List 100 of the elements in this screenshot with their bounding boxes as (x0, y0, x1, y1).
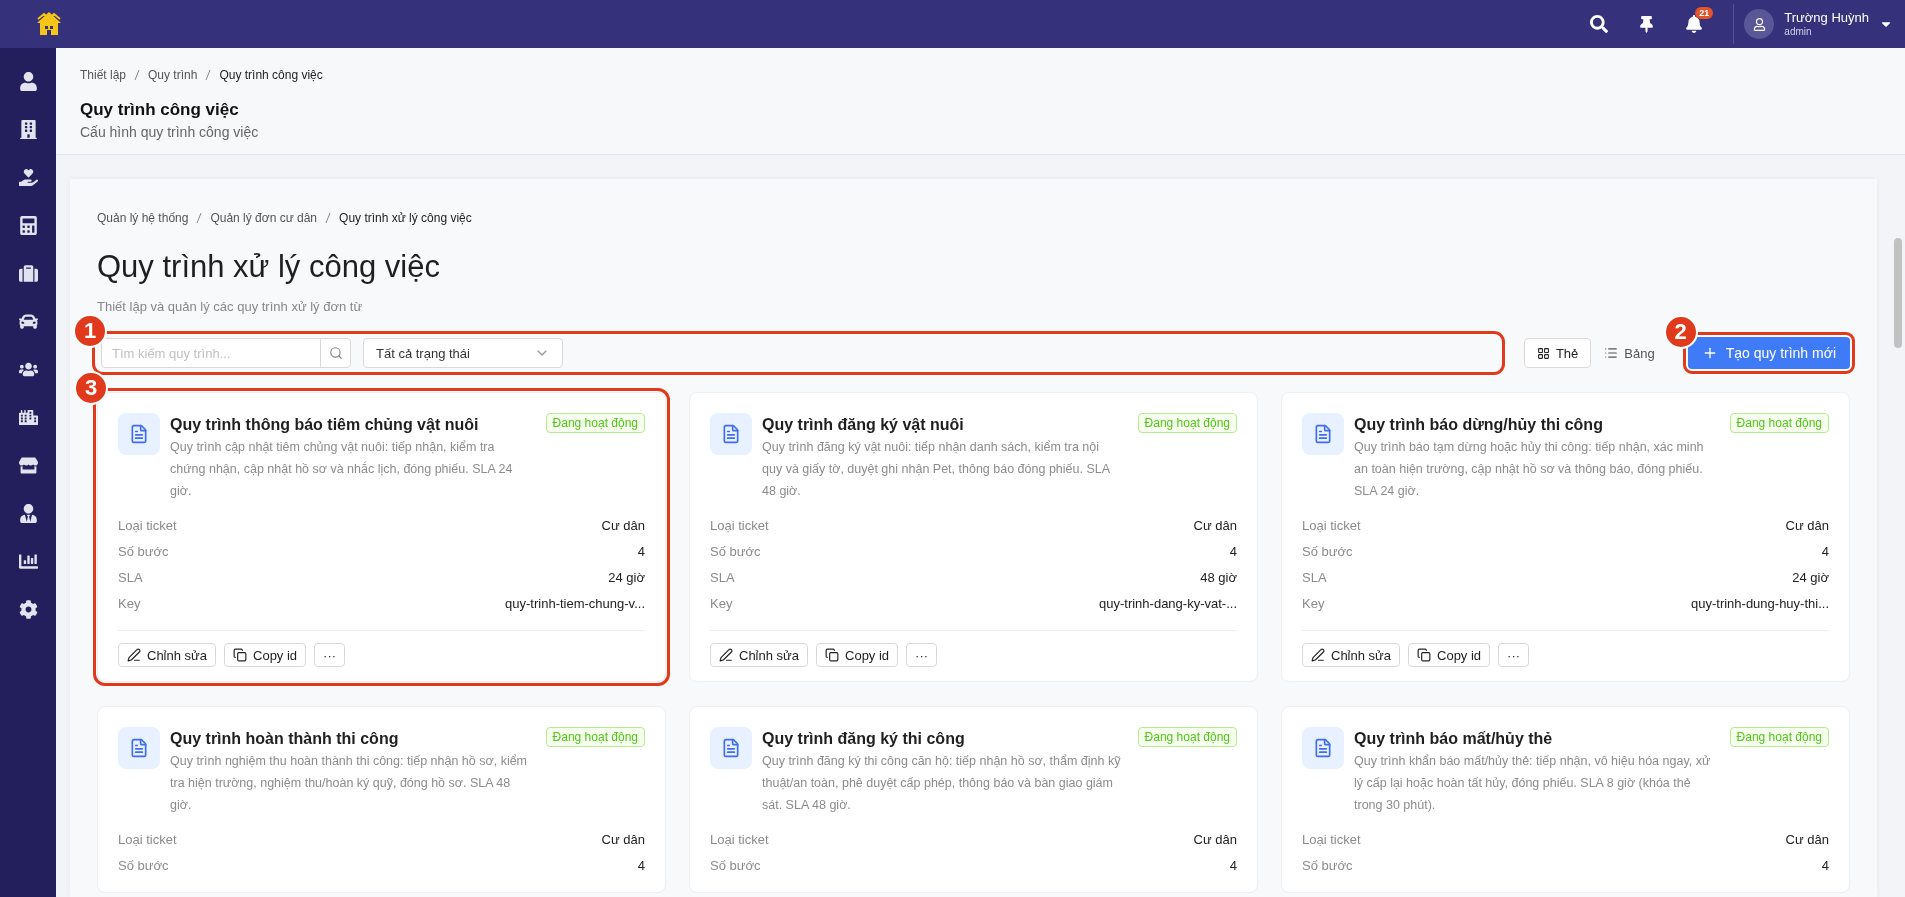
card-title: Quy trình hoàn thành thi công (170, 730, 399, 748)
hand-heart-icon[interactable] (18, 168, 38, 187)
callout-number: 1 (73, 314, 107, 348)
car-icon[interactable] (18, 312, 38, 331)
building-icon[interactable] (18, 120, 38, 139)
breadcrumb-link[interactable]: Quy trình (148, 68, 198, 82)
card-description: Quy trình cập nhật tiêm chủng vật nuôi: tiếp nhận, kiểm tra chứng nhận, cập nhật hồ sơ và nhắc lịch, đóng phiếu. SLA 24 giờ. (170, 439, 514, 500)
search-icon[interactable] (1590, 15, 1609, 33)
panel-title: Quy trình xử lý công việc (97, 249, 441, 285)
page-subtitle: Cấu hình quy trình công việc (80, 124, 260, 140)
pencil-icon (719, 648, 733, 662)
field-label: Loại ticket (710, 517, 769, 533)
settings-icon[interactable] (18, 600, 38, 619)
field-value: quy-trinh-dang-ky-vat-... (1099, 595, 1237, 611)
field-value: 24 giờ (608, 569, 645, 585)
callout-number: 3 (74, 371, 108, 405)
card-title: Quy trình đăng ký thi công (762, 730, 965, 748)
card-title: Quy trình báo dừng/hủy thi công (1354, 416, 1603, 434)
field-label: Số bước (710, 543, 761, 559)
avatar-icon[interactable] (1744, 9, 1775, 39)
user-icon[interactable] (18, 72, 38, 91)
breadcrumb-separator-icon (134, 69, 141, 81)
user-name: Trường Huỳnh (1784, 10, 1869, 26)
search-icon (328, 346, 343, 360)
copy-button[interactable]: Copy id (224, 643, 307, 667)
document-icon (118, 413, 160, 455)
field-label: Loại ticket (710, 831, 769, 847)
edit-button[interactable]: Chỉnh sửa (1302, 643, 1400, 667)
field-value: 4 (1821, 857, 1829, 873)
field-value: 4 (1229, 857, 1237, 873)
card-title: Quy trình thông báo tiêm chủng vật nuôi (170, 416, 479, 434)
edit-button[interactable]: Chỉnh sửa (710, 643, 808, 667)
status-badge: Đang hoạt động (545, 727, 645, 747)
user-role: admin (1784, 25, 1813, 38)
card-description: Quy trình nghiệm thu hoàn thành thi công: tiếp nhận hồ sơ, kiểm tra hiện trường, nghiệm thu/hoàn ký quỹ, đóng hồ sơ. SLA 48 giờ. (170, 753, 529, 814)
users-icon[interactable] (18, 360, 38, 379)
document-icon (118, 727, 160, 769)
document-icon (1302, 727, 1344, 769)
field-label: Key (118, 595, 141, 611)
status-dropdown[interactable]: Tất cả trạng thái (363, 338, 563, 368)
field-label: Loại ticket (118, 517, 177, 533)
field-label: Key (710, 595, 733, 611)
breadcrumb-link[interactable]: Quản lý hệ thống (97, 211, 189, 225)
field-label: SLA (710, 569, 735, 585)
field-label: Số bước (1302, 543, 1353, 559)
field-label: Loại ticket (118, 831, 177, 847)
callout-number: 2 (1663, 315, 1698, 349)
field-value: Cư dân (601, 517, 645, 533)
more-button[interactable]: ··· (314, 643, 346, 667)
card-description: Quy trình đăng ký thi công căn hộ: tiếp nhận hồ sơ, thẩm định kỹ thuật/an toàn, phê duyệt cấp phép, thông báo và bàn giao giám sát. SLA 48 giờ. (762, 753, 1122, 814)
notification-count: 21 (1695, 7, 1714, 19)
field-value: quy-trinh-dung-huy-thi... (1691, 595, 1829, 611)
card-description: Quy trình đăng ký vật nuôi: tiếp nhận danh sách, kiểm tra nội quy và giấy tờ, duyệt ghi nhận Pet, thông báo đóng phiếu. SLA 48 giờ. (762, 439, 1111, 500)
pencil-icon (127, 648, 141, 662)
city-icon[interactable] (18, 408, 38, 427)
breadcrumb-separator-icon (325, 212, 332, 224)
card-description: Quy trình khẩn báo mất/hủy thẻ: tiếp nhận, vô hiệu hóa ngay, xử lý cấp lại hoặc hoàn tất hủy, đóng phiếu. SLA 8 giờ (khóa thẻ trong 30 phút). (1354, 753, 1712, 814)
field-value: 4 (1821, 543, 1829, 559)
card-title: Quy trình đăng ký vật nuôi (762, 416, 964, 434)
pin-icon[interactable] (1638, 15, 1656, 33)
breadcrumb-link[interactable]: Thiết lập (80, 68, 127, 82)
search-box[interactable]: Tìm kiếm quy trình... (101, 338, 351, 368)
card-title: Quy trình báo mất/hủy thẻ (1354, 730, 1553, 748)
status-badge: Đang hoạt động (545, 413, 645, 433)
copy-icon (1417, 648, 1431, 662)
scrollbar[interactable] (1894, 238, 1902, 348)
panel-subtitle: Thiết lập và quản lý các quy trình xử lý đơn từ (97, 299, 364, 314)
more-button[interactable]: ··· (906, 643, 938, 667)
field-label: Số bước (118, 857, 169, 873)
field-label: Số bước (710, 857, 761, 873)
notification-bell-icon[interactable] (1685, 15, 1704, 33)
list-icon (1604, 346, 1619, 360)
calculator-icon[interactable] (18, 216, 38, 235)
edit-button[interactable]: Chỉnh sửa (118, 643, 216, 667)
status-badge: Đang hoạt động (1137, 727, 1237, 747)
suitcase-icon[interactable] (18, 264, 38, 283)
view-toggle-tab[interactable]: Thẻ (1523, 338, 1592, 368)
status-badge: Đang hoạt động (1729, 413, 1829, 433)
user-tie-icon[interactable] (18, 504, 38, 523)
field-value: Cư dân (1193, 831, 1237, 847)
field-value: Cư dân (1785, 831, 1829, 847)
status-badge: Đang hoạt động (1729, 727, 1829, 747)
field-label: Số bước (1302, 857, 1353, 873)
copy-button[interactable]: Copy id (816, 643, 899, 667)
field-label: Loại ticket (1302, 517, 1361, 533)
status-badge: Đang hoạt động (1137, 413, 1237, 433)
document-icon (710, 413, 752, 455)
store-icon[interactable] (18, 456, 38, 475)
bar-chart-icon[interactable] (18, 552, 38, 571)
field-value: quy-trinh-tiem-chung-v... (505, 595, 645, 611)
copy-button[interactable]: Copy id (1408, 643, 1491, 667)
field-value: Cư dân (1193, 517, 1237, 533)
pencil-icon (1311, 648, 1325, 662)
grid-icon (1536, 346, 1550, 360)
more-button[interactable]: ··· (1498, 643, 1530, 667)
document-icon (710, 727, 752, 769)
field-value: 4 (1229, 543, 1237, 559)
field-value: Cư dân (1785, 517, 1829, 533)
breadcrumb-link[interactable]: Quản lý đơn cư dân (210, 211, 318, 225)
field-value: Cư dân (601, 831, 645, 847)
